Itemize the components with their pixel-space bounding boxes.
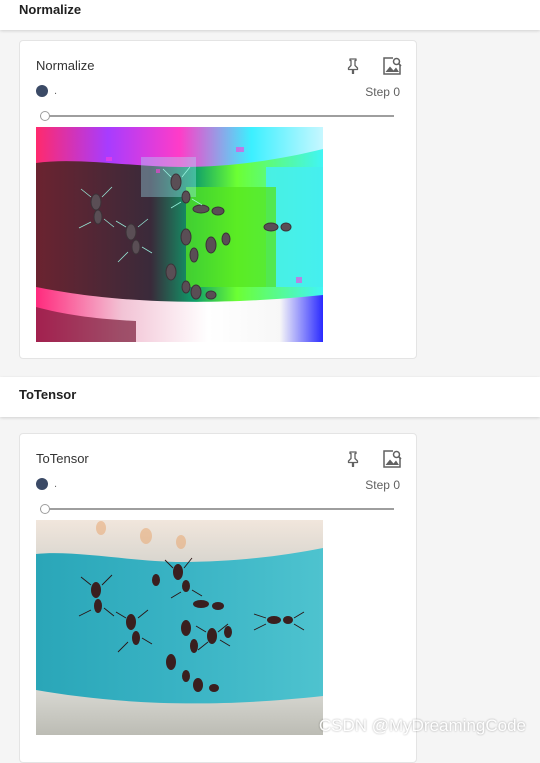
section-header-totensor: ToTensor [0,377,540,417]
image-fit-icon [383,450,402,468]
image-fit-button[interactable] [381,448,403,470]
section-header-normalize: Normalize [0,0,540,30]
step-slider-track[interactable] [40,508,394,510]
sample-image-tensor [36,520,323,735]
card-title: ToTensor [36,451,89,466]
step-slider-track[interactable] [40,115,394,117]
run-color-dot [36,478,48,490]
image-card-totensor: ToTensor . Step 0 [19,433,417,763]
run-color-dot [36,85,48,97]
sample-image-normalized [36,127,323,342]
run-name: . [54,478,58,490]
card-title: Normalize [36,58,95,73]
run-name: . [54,85,58,97]
step-slider-thumb[interactable] [40,504,50,514]
section-title: Normalize [19,2,82,17]
watermark: CSDN @MyDreamingCode [318,716,526,735]
pin-button[interactable] [342,448,364,470]
image-fit-icon [383,57,402,75]
step-slider-thumb[interactable] [40,111,50,121]
tensor-ants-image [36,520,323,735]
normalized-ants-image [36,127,323,342]
step-label: Step 0 [365,478,400,492]
pin-icon [347,451,359,467]
pin-icon [347,58,359,74]
image-card-normalize: Normalize . Step 0 [19,40,417,359]
image-fit-button[interactable] [381,55,403,77]
pin-button[interactable] [342,55,364,77]
section-title: ToTensor [19,387,77,402]
step-label: Step 0 [365,85,400,99]
